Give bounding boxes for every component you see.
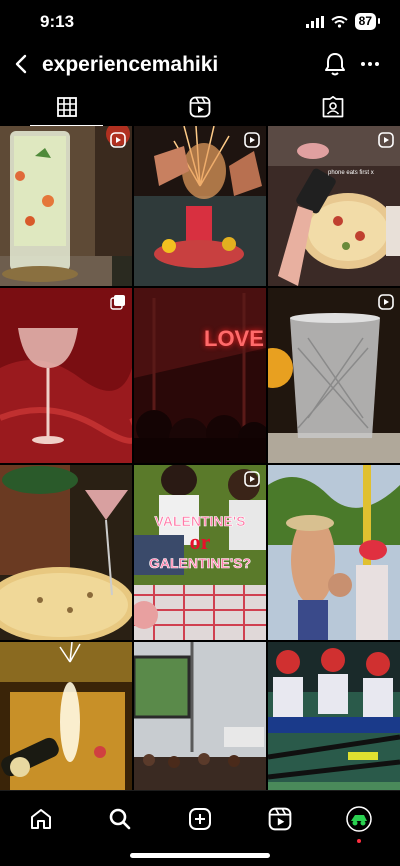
status-time: 9:13 <box>40 12 75 31</box>
notification-dot <box>357 839 361 843</box>
post-overlay-text: VALENTINE'S or GALENTINE'S? <box>134 513 266 572</box>
love-neon-image <box>134 288 266 463</box>
reel-badge-icon <box>244 132 260 148</box>
post-thumbnail-4[interactable] <box>0 288 132 463</box>
home-icon <box>31 809 51 829</box>
nav-reels[interactable] <box>260 799 300 839</box>
bottom-navigation <box>0 790 400 866</box>
cocktail-image <box>0 126 132 286</box>
post-thumbnail-3[interactable]: phone eats first x <box>268 126 400 286</box>
post-thumbnail-7[interactable] <box>0 465 132 640</box>
post-thumbnail-12[interactable] <box>268 642 400 790</box>
post-overlay-text: phone eats first x <box>328 170 374 176</box>
reel-badge-icon <box>110 132 126 148</box>
post-thumbnail-10[interactable] <box>0 642 132 790</box>
nav-search[interactable] <box>100 799 140 839</box>
concert-image <box>134 642 266 790</box>
post-thumbnail-9[interactable] <box>268 465 400 640</box>
profile-header: experiencemahiki <box>0 44 400 88</box>
post-thumbnail-2[interactable] <box>134 126 266 286</box>
tab-posts-grid[interactable] <box>0 88 133 126</box>
pizza-phone-image <box>268 126 400 286</box>
post-thumbnail-6[interactable] <box>268 288 400 463</box>
signal-icon <box>305 15 324 28</box>
status-icons: 87 <box>305 13 381 30</box>
posts-grid: phone eats first x LOVE VALENTINE'S or G… <box>0 126 400 790</box>
notifications-bell-icon[interactable] <box>322 50 348 78</box>
carousel-badge-icon <box>110 295 125 310</box>
more-options-icon[interactable] <box>358 52 382 76</box>
reels-icon <box>189 96 210 118</box>
overlay-line-2: or <box>189 529 211 554</box>
nav-home[interactable] <box>21 799 61 839</box>
profile-tabs <box>0 88 400 126</box>
grid-icon <box>56 97 77 117</box>
tab-reels[interactable] <box>133 88 266 126</box>
rowing-crew-image <box>268 642 400 790</box>
status-bar: 9:13 87 <box>0 0 400 44</box>
champagne-sparkler-image <box>0 642 132 790</box>
tab-tagged[interactable] <box>266 88 399 126</box>
post-thumbnail-11[interactable] <box>134 642 266 790</box>
back-icon[interactable] <box>8 50 36 78</box>
create-icon <box>189 808 211 830</box>
search-icon <box>109 808 131 830</box>
nav-profile[interactable] <box>339 799 379 843</box>
profile-username: experiencemahiki <box>42 53 219 76</box>
overlay-line-1: VALENTINE'S <box>154 513 246 530</box>
profile-avatar <box>346 806 372 832</box>
wifi-icon <box>331 15 348 28</box>
sparkler-cocktail-image <box>134 126 266 286</box>
pizza-martini-image <box>0 465 132 640</box>
battery-indicator: 87 <box>354 13 381 30</box>
party-crowd-image <box>268 465 400 640</box>
neon-sign-text: LOVE <box>204 326 264 351</box>
reel-badge-icon <box>244 471 260 487</box>
tagged-icon <box>322 96 343 118</box>
overlay-line-3: GALENTINE'S? <box>148 555 252 572</box>
nav-create[interactable] <box>180 799 220 839</box>
reel-badge-icon <box>378 132 394 148</box>
post-thumbnail-5[interactable]: LOVE <box>134 288 266 463</box>
home-indicator[interactable] <box>130 853 270 858</box>
crystal-glass-image <box>268 288 400 463</box>
post-thumbnail-8[interactable]: VALENTINE'S or GALENTINE'S? <box>134 465 266 640</box>
post-thumbnail-1[interactable] <box>0 126 132 286</box>
coupe-glass-image <box>0 288 132 463</box>
reels-icon <box>268 807 292 831</box>
reel-badge-icon <box>378 294 394 310</box>
